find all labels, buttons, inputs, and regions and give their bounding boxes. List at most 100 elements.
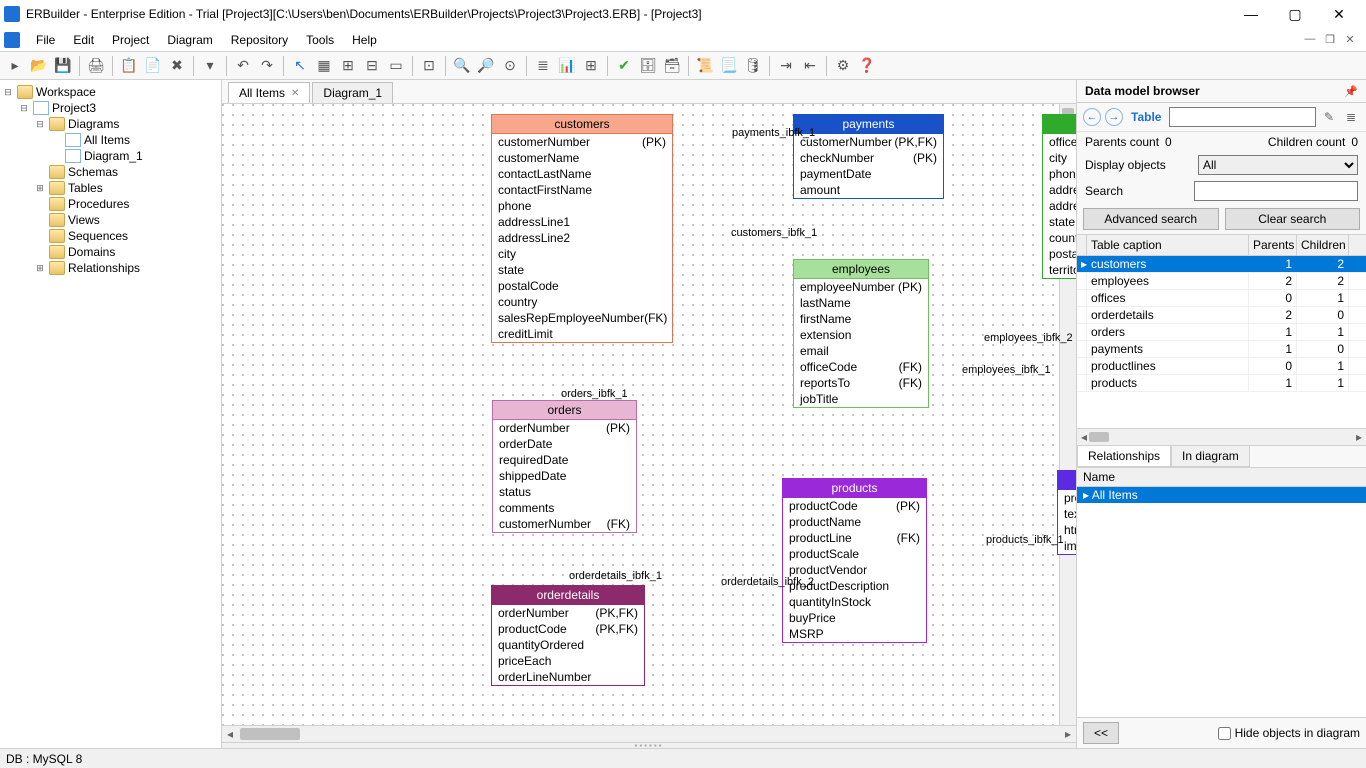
diagram-canvas[interactable]: customerscustomerNumber(PK)customerNamec… [222,104,1076,725]
forward-button[interactable]: → [1105,108,1123,126]
entity-customers[interactable]: customerscustomerNumber(PK)customerNamec… [491,114,673,343]
list-item[interactable]: ▸ All Items [1077,487,1366,503]
edit-button[interactable]: ✎ [1320,110,1338,124]
clear-search-button[interactable]: Clear search [1225,208,1361,230]
menu-repository[interactable]: Repository [223,31,296,49]
menu-edit[interactable]: Edit [65,31,102,49]
menu-file[interactable]: File [28,31,63,49]
note-tool[interactable]: ▭ [385,55,407,77]
tree-diagrams-folder[interactable]: Diagrams [68,117,119,131]
pin-icon[interactable]: 📌 [1344,85,1358,98]
menu-diagram[interactable]: Diagram [159,31,220,49]
table-row[interactable]: ▸customers12 [1077,256,1366,273]
tree-toggle[interactable]: ⊞ [34,263,46,274]
pointer-tool[interactable]: ↖ [289,55,311,77]
relationship-label[interactable]: employees_ibfk_2 [984,332,1073,344]
db-sync-button[interactable]: 🗄 [637,55,659,77]
paste-button[interactable]: 📄 [142,55,164,77]
advanced-search-button[interactable]: Advanced search [1083,208,1219,230]
grid-header-caption[interactable]: Table caption [1087,235,1249,255]
list-header-name[interactable]: Name [1077,468,1366,487]
entity-employees[interactable]: employeesemployeeNumber(PK)lastNamefirst… [793,259,929,408]
entity-orders[interactable]: ordersorderNumber(PK)orderDaterequiredDa… [492,400,637,533]
table-row[interactable]: payments10 [1077,341,1366,358]
relationship-label[interactable]: employees_ibfk_1 [962,364,1051,376]
zoom-in-button[interactable]: 🔍 [451,55,473,77]
mdi-restore-button[interactable]: ❐ [1322,33,1338,46]
relationship-label[interactable]: orders_ibfk_1 [561,388,628,400]
mdi-minimize-button[interactable]: — [1302,33,1318,46]
report-button[interactable]: 📊 [556,55,578,77]
zoom-fit-button[interactable]: ⊙ [499,55,521,77]
minimize-button[interactable]: — [1238,6,1264,23]
tree-tables[interactable]: Tables [68,181,103,195]
nav-back-button[interactable]: << [1083,722,1119,744]
db-button[interactable]: 🛢 [742,55,764,77]
tree-diagram-item[interactable]: Diagram_1 [84,149,143,163]
save-button[interactable]: 💾 [52,55,74,77]
grid-header-parents[interactable]: Parents [1249,235,1297,255]
export-button[interactable]: ⇤ [799,55,821,77]
relation2-tool[interactable]: ⊟ [361,55,383,77]
copy-button[interactable]: 📋 [118,55,140,77]
tree-sequences[interactable]: Sequences [68,229,128,243]
entity-orderdetails[interactable]: orderdetailsorderNumber(PK,FK)productCod… [491,585,645,686]
entity-offices[interactable]: officesofficeCode(PK)cityphoneaddressLin… [1042,114,1076,279]
tree-diagram-item[interactable]: All Items [84,133,130,147]
tree-toggle[interactable]: ⊟ [34,119,46,130]
windows-button[interactable]: ⊞ [580,55,602,77]
table-row[interactable]: offices01 [1077,290,1366,307]
diagram-button[interactable]: ⊡ [418,55,440,77]
grid-horizontal-scrollbar[interactable]: ◂▸ [1077,428,1366,445]
canvas-tab[interactable]: All Items✕ [228,82,310,103]
tab-relationships[interactable]: Relationships [1077,446,1171,467]
relationship-label[interactable]: customers_ibfk_1 [731,227,817,239]
table-row[interactable]: employees22 [1077,273,1366,290]
tab-in-diagram[interactable]: In diagram [1171,446,1250,467]
entity-payments[interactable]: paymentscustomerNumber(PK,FK)checkNumber… [793,114,944,199]
script-button[interactable]: 📜 [694,55,716,77]
display-objects-select[interactable]: All [1198,155,1358,175]
relation-tool[interactable]: ⊞ [337,55,359,77]
tree-project[interactable]: Project3 [52,101,96,115]
undo-dropdown-button[interactable]: ▾ [199,55,221,77]
tree-toggle[interactable]: ⊟ [18,103,30,114]
list-button[interactable]: ≣ [1342,110,1360,124]
menu-tools[interactable]: Tools [298,31,342,49]
new-button[interactable]: ▸ [4,55,26,77]
table-row[interactable]: orders11 [1077,324,1366,341]
tree-relationships[interactable]: Relationships [68,261,140,275]
relationship-label[interactable]: orderdetails_ibfk_1 [569,570,662,582]
redo-button[interactable]: ↷ [256,55,278,77]
settings-button[interactable]: ⚙ [832,55,854,77]
validate-button[interactable]: ✔ [613,55,635,77]
delete-button[interactable]: ✖ [166,55,188,77]
tab-close-icon[interactable]: ✕ [291,88,299,99]
open-button[interactable]: 📂 [28,55,50,77]
tree-toggle[interactable]: ⊞ [34,183,46,194]
import-button[interactable]: ⇥ [775,55,797,77]
tree-toggle[interactable]: ⊟ [2,87,14,98]
help-button[interactable]: ❓ [856,55,878,77]
search-input[interactable] [1194,181,1358,201]
entity-products[interactable]: productsproductCode(PK)productNameproduc… [782,478,927,643]
grid-header-children[interactable]: Children [1297,235,1349,255]
table-row[interactable]: orderdetails20 [1077,307,1366,324]
back-button[interactable]: ← [1083,108,1101,126]
canvas-tab[interactable]: Diagram_1 [312,82,393,103]
relationship-label[interactable]: products_ibfk_1 [986,534,1064,546]
maximize-button[interactable]: ▢ [1282,6,1308,23]
tree-views[interactable]: Views [68,213,100,227]
workspace-tree[interactable]: ⊟ Workspace ⊟ Project3 ⊟ Diagrams All Items… [0,80,222,748]
undo-button[interactable]: ↶ [232,55,254,77]
table-tool[interactable]: ▦ [313,55,335,77]
mdi-close-button[interactable]: ✕ [1342,33,1358,46]
relationship-label[interactable]: orderdetails_ibfk_2 [721,576,814,588]
table-row[interactable]: products11 [1077,375,1366,392]
tree-workspace[interactable]: Workspace [36,85,96,99]
menu-project[interactable]: Project [104,31,157,49]
relationships-list[interactable]: Name ▸ All Items [1077,467,1366,717]
relationship-label[interactable]: payments_ibfk_1 [732,127,815,139]
script2-button[interactable]: 📃 [718,55,740,77]
table-combo[interactable] [1169,107,1316,127]
